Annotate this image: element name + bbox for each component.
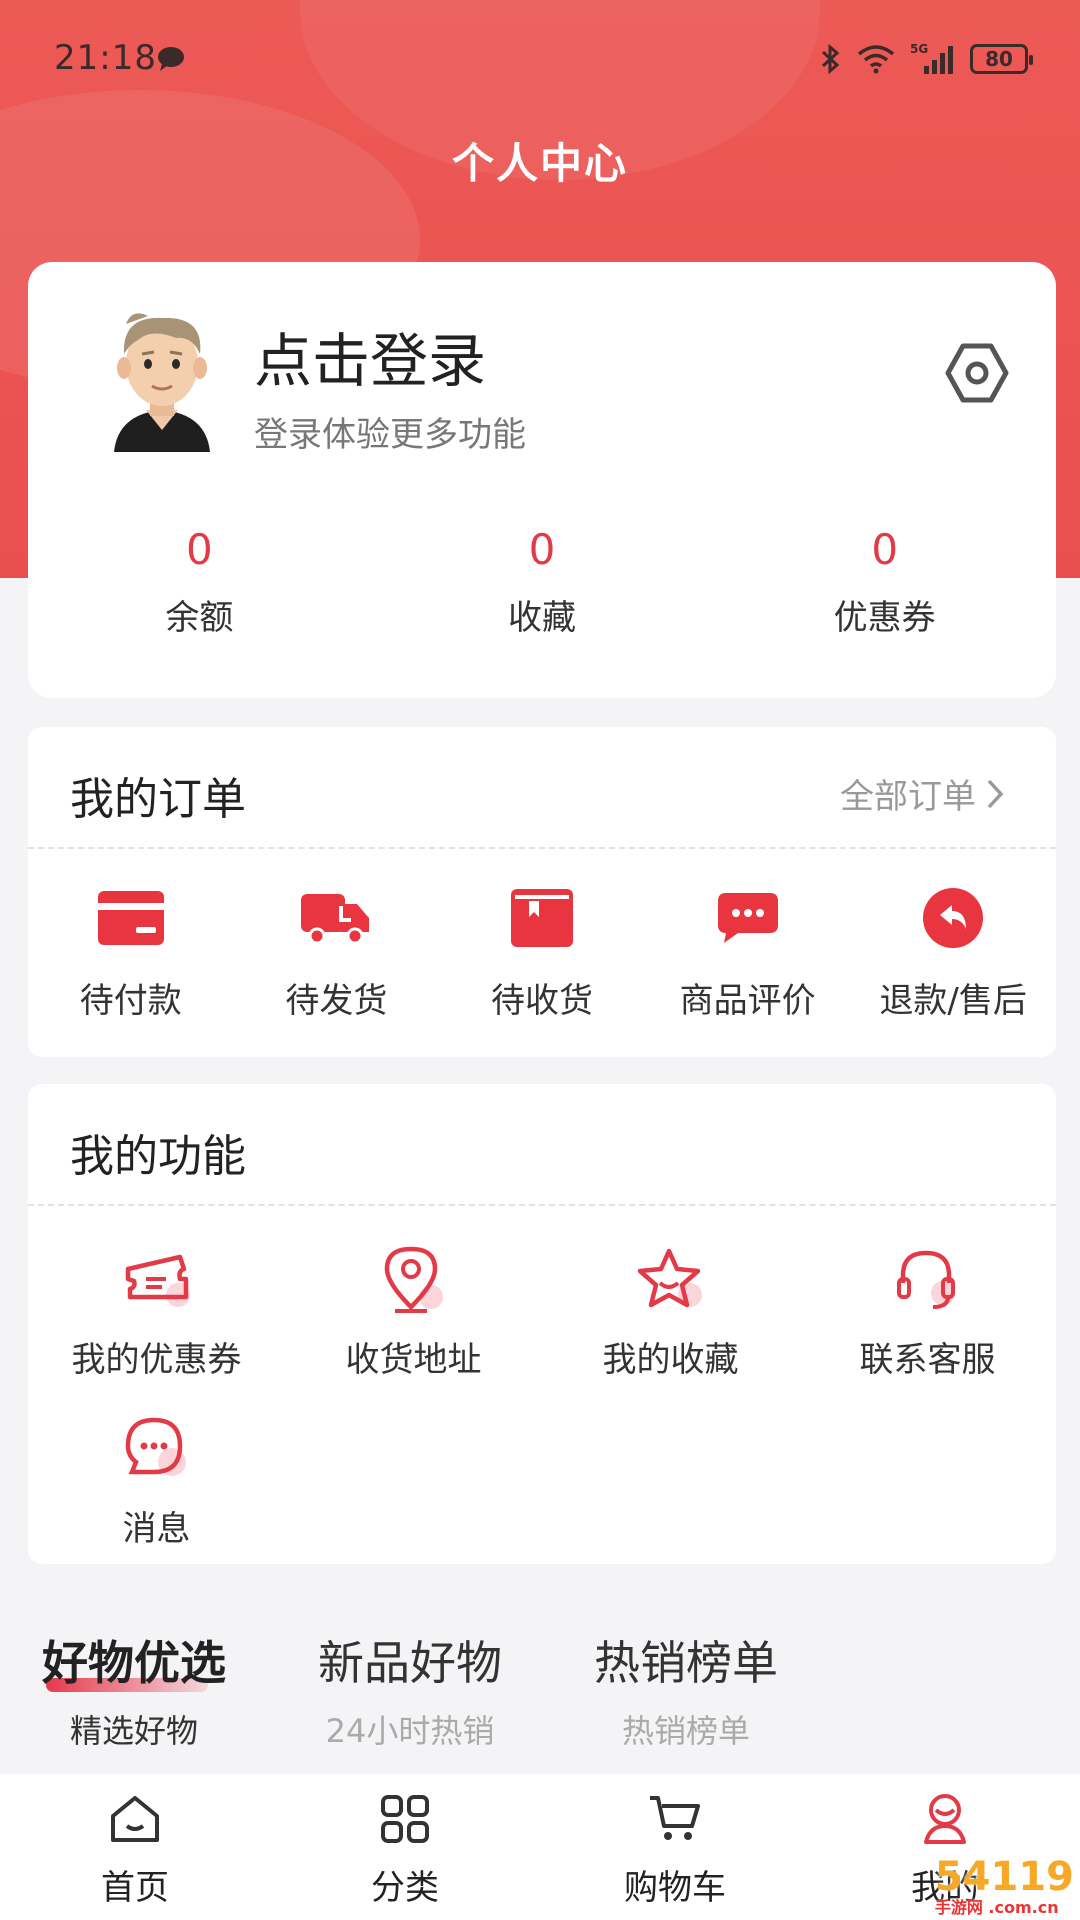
tab-bestsellers[interactable]: 热销榜单 热销榜单 [594,1630,778,1752]
order-pending-receipt[interactable]: 待收货 [439,883,645,1022]
order-status-row: 待付款 待发货 待收货 商品评价 退款/售后 [28,849,1056,1022]
nav-label: 首页 [101,1868,169,1908]
profile-stats: 0 余额 0 收藏 0 优惠券 [28,524,1056,639]
stat-favorites[interactable]: 0 收藏 [371,524,714,639]
tab-featured[interactable]: 好物优选 精选好物 [42,1630,226,1752]
bottom-nav: 首页 分类 购物车 我的 [0,1774,1080,1920]
order-label: 待收货 [490,981,593,1021]
orders-section: 我的订单 全部订单 待付款 待发货 待收货 商品评价 退款/售后 [28,727,1056,1057]
feature-address[interactable]: 收货地址 [285,1242,542,1381]
features-section: 我的功能 我的优惠券 收货地址 我的收藏 联系客服 消息 [28,1084,1056,1564]
chevron-right-icon [987,779,1004,808]
order-label: 待发货 [285,981,388,1021]
nav-cart[interactable]: 购物车 [540,1774,810,1920]
card-icon [97,891,164,945]
feature-messages[interactable]: 消息 [28,1411,285,1550]
feature-favorites[interactable]: 我的收藏 [542,1242,799,1381]
stat-coupons[interactable]: 0 优惠券 [713,524,1056,639]
order-label: 待付款 [79,981,182,1021]
login-subtitle: 登录体验更多功能 [254,415,526,455]
stat-value: 0 [871,525,899,574]
location-icon [384,1246,443,1313]
box-icon [510,889,573,947]
chat-notification-icon [158,47,184,71]
star-icon [637,1248,702,1308]
features-grid: 我的优惠券 收货地址 我的收藏 联系客服 消息 [28,1206,1056,1580]
status-icons: 5G 80 [820,42,1033,76]
home-icon [111,1796,159,1842]
tab-title: 新品好物 [318,1636,502,1690]
stat-balance[interactable]: 0 余额 [28,524,371,639]
network-label: 5G [910,42,928,56]
stat-label: 余额 [165,598,234,638]
tab-subtitle: 24小时热销 [325,1712,495,1750]
watermark-text: 54119 [934,1854,1074,1900]
tab-subtitle: 热销榜单 [621,1712,750,1750]
cart-icon [650,1796,700,1840]
status-bar: 21:18 5G 80 [0,0,1080,120]
order-review[interactable]: 商品评价 [645,883,851,1022]
tab-subtitle: 精选好物 [69,1712,198,1750]
product-tabs: 好物优选 精选好物 新品好物 24小时热销 热销榜单 热销榜单 [0,1630,1080,1770]
order-pending-payment[interactable]: 待付款 [28,883,234,1022]
page-title: 个人中心 [451,139,628,188]
login-title[interactable]: 点击登录 [254,314,486,398]
features-header: 我的功能 [28,1084,1056,1206]
battery-indicator: 80 [970,44,1033,74]
orders-header: 我的订单 全部订单 [28,727,1056,849]
user-icon [924,1794,966,1844]
tab-title-wrap: 好物优选 [42,1630,226,1696]
nav-label: 分类 [371,1868,439,1908]
signal-5g-icon: 5G [910,42,953,74]
avatar[interactable] [92,302,232,452]
stat-value: 0 [528,525,556,574]
nav-home[interactable]: 首页 [0,1774,270,1920]
watermark-small: 手游网 .com.cn [934,1898,1059,1917]
bluetooth-icon [821,43,840,75]
stat-label: 优惠券 [833,598,936,638]
feature-customer-service[interactable]: 联系客服 [799,1242,1056,1381]
wifi-icon [857,45,895,74]
return-icon [923,888,984,948]
order-refund[interactable]: 退款/售后 [850,883,1056,1022]
ticket-icon [125,1254,190,1307]
tab-new-arrivals[interactable]: 新品好物 24小时热销 [318,1630,502,1752]
site-watermark: 54119 手游网 .com.cn [935,1854,1074,1916]
order-label: 退款/售后 [879,981,1027,1021]
feature-label: 消息 [122,1509,191,1549]
grid-icon [381,1795,429,1843]
all-orders-label: 全部订单 [840,777,976,817]
order-label: 商品评价 [679,981,816,1021]
nav-label: 购物车 [624,1868,726,1908]
tab-title: 好物优选 [42,1636,226,1690]
stat-label: 收藏 [508,598,576,638]
profile-card: 点击登录 登录体验更多功能 0 余额 0 收藏 0 优惠券 [28,262,1056,698]
truck-icon [301,894,370,945]
feature-coupons[interactable]: 我的优惠券 [28,1242,285,1381]
features-title: 我的功能 [70,1131,246,1182]
message-icon [125,1417,186,1476]
comment-icon [717,893,778,943]
all-orders-link[interactable]: 全部订单 [840,769,1004,818]
status-time: 21:18 [54,38,157,78]
feature-label: 我的优惠券 [71,1340,242,1380]
feature-label: 收货地址 [345,1340,482,1380]
order-pending-shipment[interactable]: 待发货 [234,883,440,1022]
stat-value: 0 [185,525,213,574]
nav-category[interactable]: 分类 [270,1774,540,1920]
tab-title: 热销榜单 [594,1636,778,1690]
headset-icon [896,1250,955,1309]
settings-icon[interactable] [942,338,1012,408]
feature-label: 联系客服 [859,1340,996,1380]
feature-label: 我的收藏 [602,1340,739,1380]
orders-title: 我的订单 [70,774,246,825]
